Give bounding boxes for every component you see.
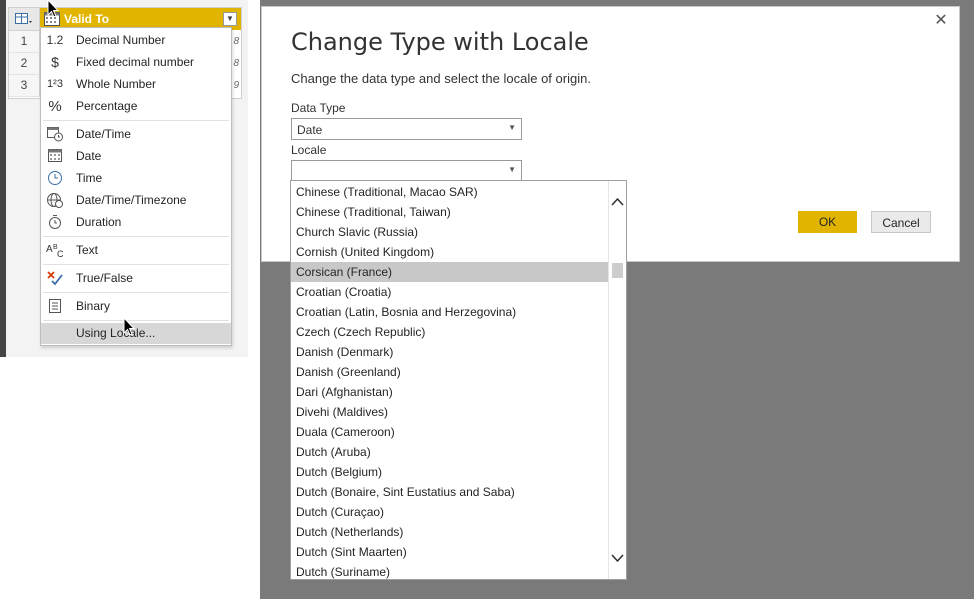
locale-option[interactable]: Dari (Afghanistan) xyxy=(291,382,610,402)
menu-item-time[interactable]: Time xyxy=(41,168,231,189)
mouse-cursor-icon xyxy=(47,0,60,18)
svg-text:A: A xyxy=(46,244,53,255)
scroll-down-icon[interactable] xyxy=(609,549,626,567)
menu-separator xyxy=(43,264,229,265)
locale-option[interactable]: Divehi (Maldives) xyxy=(291,402,610,422)
dollar-icon: $ xyxy=(51,54,59,70)
data-type-label: Data Type xyxy=(291,101,346,115)
row-number: 2 xyxy=(9,53,40,75)
binary-icon xyxy=(45,298,65,315)
text-icon: ABC xyxy=(45,242,65,259)
dialog-title: Change Type with Locale xyxy=(291,28,589,56)
menu-item-fixed-decimal[interactable]: $ Fixed decimal number xyxy=(41,52,231,73)
menu-item-date[interactable]: Date xyxy=(41,146,231,167)
locale-select[interactable]: ▼ xyxy=(291,160,522,182)
dropdown-scrollbar[interactable] xyxy=(608,181,626,579)
menu-item-date-time[interactable]: Date/Time xyxy=(41,124,231,145)
dialog-description: Change the data type and select the loca… xyxy=(291,71,591,86)
globe-clock-icon xyxy=(45,192,65,209)
data-type-menu: 1.2 Decimal Number $ Fixed decimal numbe… xyxy=(40,27,232,346)
locale-option[interactable]: Czech (Czech Republic) xyxy=(291,322,610,342)
menu-separator xyxy=(43,236,229,237)
mouse-cursor-icon xyxy=(123,318,136,336)
panel-edge xyxy=(0,0,6,357)
locale-dropdown-list[interactable]: Chinese (Traditional, Macao SAR) Chinese… xyxy=(290,180,627,580)
locale-option[interactable]: Dutch (Bonaire, Sint Eustatius and Saba) xyxy=(291,482,610,502)
menu-item-whole-number[interactable]: 1²3 Whole Number xyxy=(41,74,231,95)
locale-option[interactable]: Church Slavic (Russia) xyxy=(291,222,610,242)
menu-item-label: Using Locale... xyxy=(76,326,156,340)
locale-option[interactable]: Duala (Cameroon) xyxy=(291,422,610,442)
menu-item-duration[interactable]: Duration xyxy=(41,212,231,233)
table-menu-button[interactable] xyxy=(9,8,40,31)
whole-number-icon: 1²3 xyxy=(47,78,63,90)
menu-item-label: Whole Number xyxy=(76,77,157,91)
menu-item-label: Time xyxy=(76,171,103,185)
decimal-icon: 1.2 xyxy=(46,33,64,47)
locale-option[interactable]: Dutch (Belgium) xyxy=(291,462,610,482)
menu-item-label: Percentage xyxy=(76,99,138,113)
data-type-value: Date xyxy=(297,123,323,137)
close-button[interactable]: ✕ xyxy=(931,11,951,31)
locale-option[interactable]: Dutch (Netherlands) xyxy=(291,522,610,542)
menu-item-decimal-number[interactable]: 1.2 Decimal Number xyxy=(41,30,231,51)
locale-option[interactable]: Croatian (Latin, Bosnia and Herzegovina) xyxy=(291,302,610,322)
locale-option[interactable]: Danish (Greenland) xyxy=(291,362,610,382)
data-type-select[interactable]: Date ▼ xyxy=(291,118,522,140)
locale-option[interactable]: Dutch (Sint Maarten) xyxy=(291,542,610,562)
locale-option-selected[interactable]: Corsican (France) xyxy=(291,262,610,282)
row-number: 3 xyxy=(9,75,40,97)
locale-option[interactable]: Chinese (Traditional, Taiwan) xyxy=(291,202,610,222)
menu-item-label: Text xyxy=(76,243,99,257)
percent-icon: % xyxy=(48,98,62,115)
menu-item-text[interactable]: ABC Text xyxy=(41,240,231,261)
menu-item-label: Decimal Number xyxy=(76,33,166,47)
true-false-icon xyxy=(45,270,65,287)
menu-item-date-time-timezone[interactable]: Date/Time/Timezone xyxy=(41,190,231,211)
locale-option[interactable]: Dutch (Aruba) xyxy=(291,442,610,462)
ok-button[interactable]: OK xyxy=(798,211,857,233)
locale-option[interactable]: Dutch (Curaçao) xyxy=(291,502,610,522)
menu-item-binary[interactable]: Binary xyxy=(41,296,231,317)
menu-item-true-false[interactable]: True/False xyxy=(41,268,231,289)
locale-label: Locale xyxy=(291,143,327,157)
menu-item-label: Duration xyxy=(76,215,122,229)
menu-item-label: True/False xyxy=(76,271,133,285)
stopwatch-icon xyxy=(45,214,65,231)
calendar-icon xyxy=(45,148,65,165)
clock-icon xyxy=(45,170,65,187)
locale-option[interactable]: Cornish (United Kingdom) xyxy=(291,242,610,262)
menu-item-label: Date xyxy=(76,149,102,163)
chevron-down-icon: ▼ xyxy=(508,123,516,132)
menu-separator xyxy=(43,292,229,293)
cancel-button[interactable]: Cancel xyxy=(871,211,931,233)
column-title: Valid To xyxy=(64,12,110,26)
menu-item-label: Date/Time/Timezone xyxy=(76,193,187,207)
menu-item-label: Fixed decimal number xyxy=(76,55,195,69)
column-filter-dropdown[interactable]: ▼ xyxy=(223,12,237,26)
menu-item-label: Binary xyxy=(76,299,111,313)
chevron-down-icon: ▼ xyxy=(508,165,516,174)
locale-option[interactable]: Croatian (Croatia) xyxy=(291,282,610,302)
row-number: 1 xyxy=(9,31,40,53)
scroll-up-icon[interactable] xyxy=(609,193,626,211)
table-icon xyxy=(15,13,32,24)
menu-separator xyxy=(43,120,229,121)
locale-option[interactable]: Chinese (Traditional, Macao SAR) xyxy=(291,182,610,202)
menu-item-label: Date/Time xyxy=(76,127,131,141)
locale-option[interactable]: Dutch (Suriname) xyxy=(291,562,610,579)
menu-item-percentage[interactable]: % Percentage xyxy=(41,96,231,117)
scrollbar-thumb[interactable] xyxy=(612,263,623,278)
locale-option[interactable]: Danish (Denmark) xyxy=(291,342,610,362)
datetime-icon xyxy=(45,126,65,143)
svg-text:C: C xyxy=(57,249,64,259)
